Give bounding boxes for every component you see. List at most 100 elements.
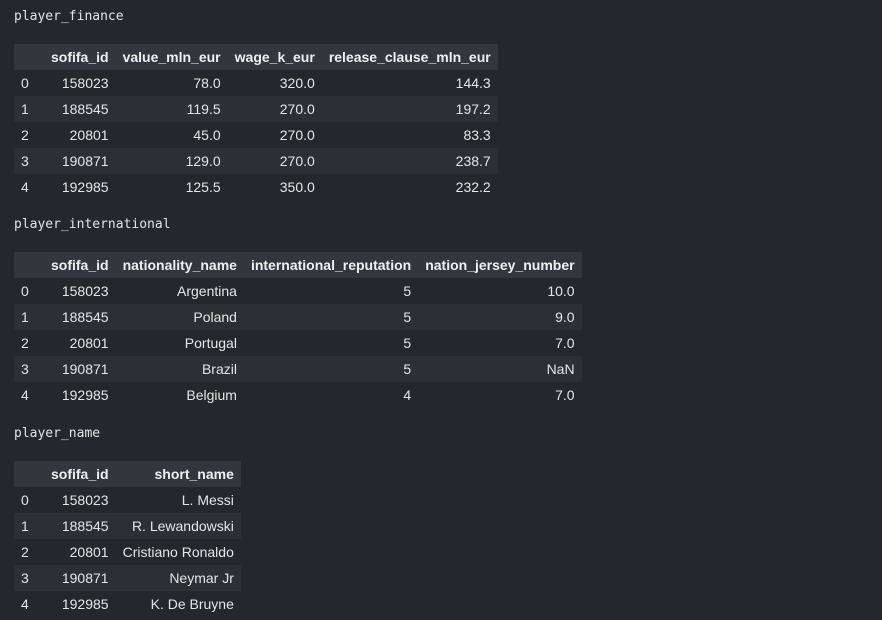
table-cell: 192985 [44, 382, 116, 408]
output-label-player-name: player_name [14, 426, 101, 441]
table-cell: 197.2 [321, 96, 498, 122]
table-cell: 45.0 [115, 122, 228, 148]
table-cell: NaN [418, 356, 582, 382]
column-header: release_clause_mln_eur [321, 44, 498, 70]
dataframe-player-name: sofifa_id short_name 0 158023 L. Messi 1… [14, 461, 241, 617]
table-cell: R. Lewandowski [115, 513, 241, 539]
row-index: 4 [14, 591, 44, 617]
table-cell: 9.0 [418, 304, 582, 330]
row-index: 4 [14, 382, 44, 408]
dataframe-player-finance: sofifa_id value_mln_eur wage_k_eur relea… [14, 44, 498, 200]
table-cell: 5 [243, 304, 419, 330]
table-row: 3 190871 129.0 270.0 238.7 [14, 148, 498, 174]
table-row: 3 190871 Neymar Jr [14, 565, 241, 591]
table-cell: K. De Bruyne [115, 591, 241, 617]
row-index: 0 [14, 487, 44, 513]
table-row: 2 20801 Cristiano Ronaldo [14, 539, 241, 565]
column-header: nationality_name [115, 252, 244, 278]
table-cell: 350.0 [227, 174, 322, 200]
table-cell: 190871 [44, 356, 116, 382]
table-row: 3 190871 Brazil 5 NaN [14, 356, 582, 382]
table-row: 0 158023 78.0 320.0 144.3 [14, 70, 498, 96]
table-cell: 20801 [44, 539, 116, 565]
column-header: value_mln_eur [115, 44, 228, 70]
table-header-row: sofifa_id nationality_name international… [14, 252, 582, 278]
table-cell: 188545 [44, 513, 116, 539]
table-row: 2 20801 45.0 270.0 83.3 [14, 122, 498, 148]
output-label-player-international: player_international [14, 217, 171, 232]
table-cell: 190871 [44, 148, 116, 174]
table-cell: 144.3 [321, 70, 498, 96]
row-index: 3 [14, 356, 44, 382]
table-cell: 190871 [44, 565, 116, 591]
table-cell: 4 [243, 382, 419, 408]
table-cell: 320.0 [227, 70, 322, 96]
table-cell: 232.2 [321, 174, 498, 200]
table-cell: 7.0 [418, 330, 582, 356]
column-header: wage_k_eur [227, 44, 322, 70]
table-cell: 5 [243, 278, 419, 304]
column-header: international_reputation [243, 252, 419, 278]
row-index: 2 [14, 539, 44, 565]
table-cell: Belgium [115, 382, 244, 408]
table-header-row: sofifa_id value_mln_eur wage_k_eur relea… [14, 44, 498, 70]
table-cell: 188545 [44, 304, 116, 330]
table-cell: 192985 [44, 591, 116, 617]
table-row: 4 192985 125.5 350.0 232.2 [14, 174, 498, 200]
row-index: 1 [14, 304, 44, 330]
table-cell: 5 [243, 330, 419, 356]
column-header: short_name [115, 461, 241, 487]
row-index: 2 [14, 122, 44, 148]
table-cell: 129.0 [115, 148, 228, 174]
column-header: sofifa_id [44, 461, 116, 487]
column-header-index [14, 461, 44, 487]
table-cell: 158023 [44, 278, 116, 304]
table-cell: Brazil [115, 356, 244, 382]
row-index: 0 [14, 278, 44, 304]
row-index: 3 [14, 565, 44, 591]
table-cell: L. Messi [115, 487, 241, 513]
table-cell: 7.0 [418, 382, 582, 408]
table-cell: 83.3 [321, 122, 498, 148]
table-row: 1 188545 119.5 270.0 197.2 [14, 96, 498, 122]
table-cell: 119.5 [115, 96, 228, 122]
table-cell: 78.0 [115, 70, 228, 96]
table-row: 2 20801 Portugal 5 7.0 [14, 330, 582, 356]
table-header-row: sofifa_id short_name [14, 461, 241, 487]
table-cell: 270.0 [227, 96, 322, 122]
table-row: 1 188545 Poland 5 9.0 [14, 304, 582, 330]
table-cell: 5 [243, 356, 419, 382]
column-header: nation_jersey_number [418, 252, 582, 278]
row-index: 0 [14, 70, 44, 96]
dataframe-player-international: sofifa_id nationality_name international… [14, 252, 582, 408]
table-cell: 125.5 [115, 174, 228, 200]
table-cell: 20801 [44, 122, 116, 148]
table-row: 4 192985 K. De Bruyne [14, 591, 241, 617]
row-index: 4 [14, 174, 44, 200]
table-cell: 20801 [44, 330, 116, 356]
table-cell: 158023 [44, 70, 116, 96]
table-cell: Argentina [115, 278, 244, 304]
row-index: 1 [14, 513, 44, 539]
row-index: 3 [14, 148, 44, 174]
column-header: sofifa_id [44, 252, 116, 278]
table-row: 4 192985 Belgium 4 7.0 [14, 382, 582, 408]
table-cell: 192985 [44, 174, 116, 200]
table-cell: 270.0 [227, 122, 322, 148]
table-row: 0 158023 Argentina 5 10.0 [14, 278, 582, 304]
table-cell: 270.0 [227, 148, 322, 174]
column-header: sofifa_id [44, 44, 116, 70]
table-row: 0 158023 L. Messi [14, 487, 241, 513]
output-label-player-finance: player_finance [14, 9, 124, 24]
table-row: 1 188545 R. Lewandowski [14, 513, 241, 539]
table-cell: Portugal [115, 330, 244, 356]
table-cell: 188545 [44, 96, 116, 122]
table-cell: Cristiano Ronaldo [115, 539, 241, 565]
table-cell: 10.0 [418, 278, 582, 304]
column-header-index [14, 44, 44, 70]
column-header-index [14, 252, 44, 278]
table-cell: Poland [115, 304, 244, 330]
table-cell: Neymar Jr [115, 565, 241, 591]
table-cell: 158023 [44, 487, 116, 513]
table-cell: 238.7 [321, 148, 498, 174]
